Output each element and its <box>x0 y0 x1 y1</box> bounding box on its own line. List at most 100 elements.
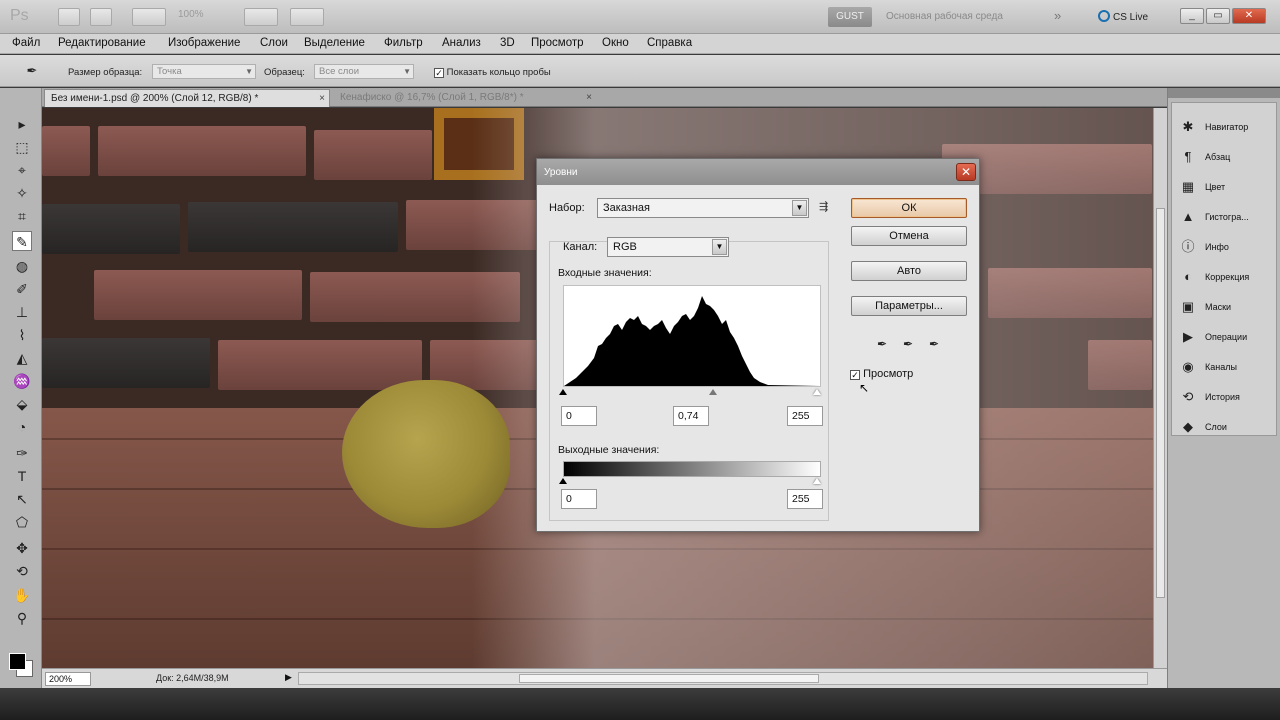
close-icon[interactable]: ✕ <box>956 163 976 181</box>
menu-filter[interactable]: Фильтр <box>384 37 423 49</box>
eyedropper-tool-preset-icon[interactable]: ✒ <box>22 61 42 81</box>
vertical-scrollbar[interactable] <box>1153 108 1167 668</box>
panel-channels[interactable]: ◉ Каналы <box>1172 353 1276 383</box>
panel-info[interactable]: ⓘ Инфо <box>1172 233 1276 263</box>
zoom-field[interactable]: 200% <box>45 672 91 686</box>
input-gamma-slider[interactable] <box>709 389 717 395</box>
zoom-level-combo[interactable]: 100% <box>178 9 230 25</box>
ok-button[interactable]: ОК <box>851 198 967 218</box>
preview-toggle[interactable]: ✓ Просмотр <box>850 368 913 380</box>
blur-tool-icon[interactable]: ⬙ <box>12 394 32 414</box>
minibridge-button[interactable] <box>90 8 112 26</box>
move-tool-icon[interactable]: ▸ <box>12 114 32 134</box>
gradient-tool-icon[interactable]: ♒ <box>12 371 32 391</box>
zoom-tool-icon[interactable]: ⚲ <box>12 608 32 628</box>
pen-tool-icon[interactable]: ✑ <box>12 443 32 463</box>
path-selection-tool-icon[interactable]: ↖ <box>12 489 32 509</box>
input-sliders-track[interactable] <box>559 387 821 397</box>
menu-layers[interactable]: Слои <box>260 37 288 49</box>
horizontal-scroll-thumb[interactable] <box>519 674 819 683</box>
horizontal-scrollbar[interactable] <box>298 672 1148 685</box>
sample-layers-select[interactable]: Все слои ▼ <box>314 64 414 79</box>
dodge-tool-icon[interactable]: ◔ <box>12 417 32 437</box>
options-button[interactable]: Параметры... <box>851 296 967 316</box>
menu-view[interactable]: Просмотр <box>531 37 584 49</box>
3d-camera-tool-icon[interactable]: ⟲ <box>12 561 32 581</box>
tab-document-1[interactable]: Без имени-1.psd @ 200% (Слой 12, RGB/8) … <box>44 89 330 107</box>
panel-adjustments[interactable]: ◐ Коррекция <box>1172 263 1276 293</box>
show-sampling-ring[interactable]: ✓ Показать кольцо пробы <box>434 67 551 78</box>
cs-live-button[interactable]: CS Live <box>1098 10 1148 23</box>
dialog-title-bar[interactable]: Уровни ✕ <box>537 159 979 185</box>
marquee-tool-icon[interactable]: ⬚ <box>12 137 32 157</box>
output-black-field[interactable]: 0 <box>561 489 597 509</box>
eyedropper-tool-icon[interactable]: ✎ <box>12 231 32 251</box>
panel-history[interactable]: ⟲ История <box>1172 383 1276 413</box>
channel-select[interactable]: RGB ▼ <box>607 237 729 257</box>
output-black-slider[interactable] <box>559 478 567 484</box>
close-icon[interactable]: × <box>586 89 592 106</box>
view-extras-button[interactable] <box>132 8 166 26</box>
workspace-gust-button[interactable]: GUST <box>828 7 872 27</box>
clone-stamp-tool-icon[interactable]: ⊥ <box>12 302 32 322</box>
more-workspaces-icon[interactable]: » <box>1054 8 1061 23</box>
history-brush-tool-icon[interactable]: ⌇ <box>12 325 32 345</box>
auto-button[interactable]: Авто <box>851 261 967 281</box>
cancel-button[interactable]: Отмена <box>851 226 967 246</box>
input-black-slider[interactable] <box>559 389 567 395</box>
input-black-field[interactable]: 0 <box>561 406 597 426</box>
show-ring-checkbox[interactable]: ✓ <box>434 68 444 78</box>
close-icon[interactable]: × <box>319 90 325 107</box>
hand-tool-icon[interactable]: ✋ <box>12 585 32 605</box>
panel-color[interactable]: ▦ Цвет <box>1172 173 1276 203</box>
bridge-button[interactable] <box>58 8 80 26</box>
menu-3d[interactable]: 3D <box>500 37 515 49</box>
close-window-button[interactable]: ✕ <box>1232 8 1266 24</box>
black-point-eyedropper-icon[interactable]: ✒ <box>875 337 889 351</box>
panel-layers[interactable]: ◆ Слои <box>1172 413 1276 443</box>
healing-brush-tool-icon[interactable]: ◍ <box>12 256 32 276</box>
preview-checkbox[interactable]: ✓ <box>850 370 860 380</box>
panel-paragraph[interactable]: ¶ Абзац <box>1172 143 1276 173</box>
vertical-scroll-thumb[interactable] <box>1156 208 1165 598</box>
menu-edit[interactable]: Редактирование <box>58 37 146 49</box>
menu-select[interactable]: Выделение <box>304 37 365 49</box>
output-white-slider[interactable] <box>813 478 821 484</box>
shape-tool-icon[interactable]: ⬠ <box>12 512 32 532</box>
foreground-color-swatch[interactable] <box>9 653 26 670</box>
menu-image[interactable]: Изображение <box>168 37 240 49</box>
gray-point-eyedropper-icon[interactable]: ✒ <box>901 337 915 351</box>
menu-analysis[interactable]: Анализ <box>442 37 481 49</box>
menu-window[interactable]: Окно <box>602 37 629 49</box>
input-white-field[interactable]: 255 <box>787 406 823 426</box>
input-gamma-field[interactable]: 0,74 <box>673 406 709 426</box>
crop-tool-icon[interactable]: ⌗ <box>12 206 32 226</box>
quick-selection-tool-icon[interactable]: ✧ <box>12 183 32 203</box>
screen-mode-button[interactable] <box>290 8 324 26</box>
panel-histogram[interactable]: ▲ Гистогра... <box>1172 203 1276 233</box>
panel-actions[interactable]: ▶ Операции <box>1172 323 1276 353</box>
dock-header[interactable] <box>1168 88 1280 98</box>
output-white-field[interactable]: 255 <box>787 489 823 509</box>
menu-file[interactable]: Файл <box>12 37 40 49</box>
3d-object-tool-icon[interactable]: ✥ <box>12 538 32 558</box>
preset-select[interactable]: Заказная ▼ <box>597 198 809 218</box>
output-sliders-track[interactable] <box>559 476 821 486</box>
menu-help[interactable]: Справка <box>647 37 692 49</box>
tab-document-2[interactable]: Кенафиско @ 16,7% (Слой 1, RGB/8*) * × <box>334 89 596 107</box>
panel-masks[interactable]: ▣ Маски <box>1172 293 1276 323</box>
white-point-eyedropper-icon[interactable]: ✒ <box>927 337 941 351</box>
panel-navigator[interactable]: ✱ Навигатор <box>1172 113 1276 143</box>
workspace-essentials[interactable]: Основная рабочая среда <box>886 11 1003 22</box>
minimize-button[interactable]: _ <box>1180 8 1204 24</box>
restore-button[interactable]: ▭ <box>1206 8 1230 24</box>
type-tool-icon[interactable]: T <box>12 466 32 486</box>
brush-tool-icon[interactable]: ✐ <box>12 279 32 299</box>
sample-size-select[interactable]: Точка ▼ <box>152 64 256 79</box>
preset-options-icon[interactable]: ⇶ <box>819 200 828 213</box>
arrange-documents-button[interactable] <box>244 8 278 26</box>
status-menu-arrow-icon[interactable]: ▶ <box>285 672 292 683</box>
eraser-tool-icon[interactable]: ◭ <box>12 348 32 368</box>
input-white-slider[interactable] <box>813 389 821 395</box>
lasso-tool-icon[interactable]: ⌖ <box>12 160 32 180</box>
